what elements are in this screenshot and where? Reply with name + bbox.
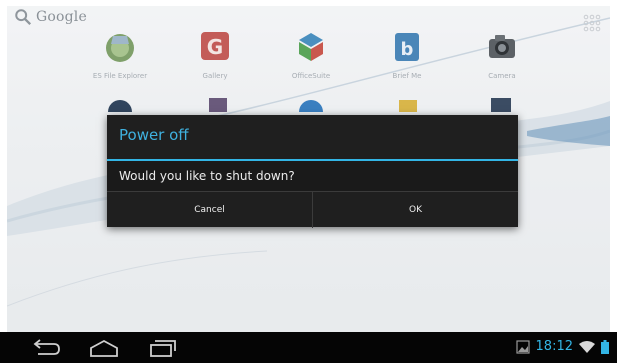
search-icon <box>15 9 32 26</box>
dialog-button-bar: Cancel OK <box>107 191 518 228</box>
app-icon-partial[interactable] <box>298 94 324 112</box>
dialog-title: Power off <box>119 126 189 144</box>
cancel-button[interactable]: Cancel <box>107 192 312 228</box>
google-search-bar[interactable]: Google <box>14 8 87 26</box>
es-file-explorer-icon <box>106 34 134 62</box>
wifi-icon <box>579 340 595 353</box>
recent-apps-icon[interactable] <box>146 338 180 358</box>
app-gallery[interactable]: G Gallery <box>180 30 250 80</box>
status-clock: 18:12 <box>535 339 573 354</box>
app-icon-partial[interactable] <box>488 94 514 112</box>
camera-icon <box>489 35 515 58</box>
app-label: ES File Explorer <box>92 72 148 80</box>
status-area[interactable]: 18:12 <box>515 339 609 354</box>
app-brief-me[interactable]: b Brief Me <box>372 30 442 80</box>
app-icon-partial[interactable] <box>107 94 133 112</box>
officesuite-icon <box>299 33 323 61</box>
back-icon[interactable] <box>28 338 62 358</box>
brief-me-icon: b <box>395 33 419 61</box>
svg-text:b: b <box>401 39 414 60</box>
gallery-notification-icon <box>515 339 530 354</box>
all-apps-icon[interactable] <box>583 14 601 32</box>
app-label: OfficeSuite <box>291 72 331 80</box>
app-camera[interactable]: Camera <box>467 30 537 80</box>
gallery-g-icon: G <box>201 32 229 60</box>
power-off-dialog: Power off Would you like to shut down? C… <box>107 115 518 228</box>
dialog-message: Would you like to shut down? <box>107 161 518 191</box>
device-screen: Google ES File Explorer G Gallery Office… <box>0 0 617 363</box>
home-icon[interactable] <box>87 338 121 358</box>
app-label: Brief Me <box>392 72 422 80</box>
system-navigation-bar: 18:12 <box>0 332 617 363</box>
app-label: Camera <box>488 72 516 80</box>
svg-text:G: G <box>207 35 223 59</box>
app-es-file-explorer[interactable]: ES File Explorer <box>85 30 155 80</box>
app-label: Gallery <box>202 72 228 80</box>
battery-icon <box>601 339 609 354</box>
ok-button[interactable]: OK <box>312 192 518 228</box>
search-label: Google <box>36 9 87 25</box>
app-icon-partial[interactable] <box>205 94 231 112</box>
app-icon-partial[interactable] <box>395 94 421 112</box>
app-officesuite[interactable]: OfficeSuite <box>276 30 346 80</box>
